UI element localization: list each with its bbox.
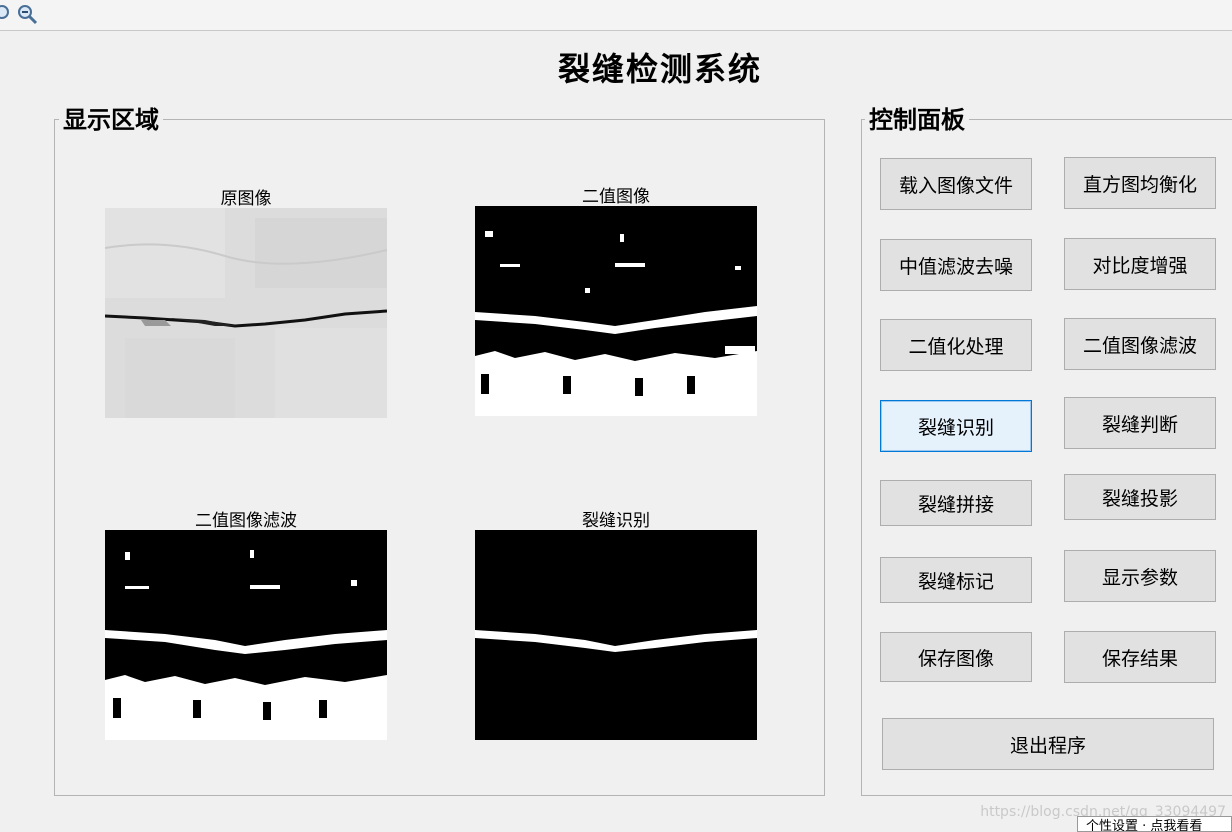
original-image bbox=[105, 208, 387, 418]
caption-binary: 二值图像 bbox=[582, 187, 650, 207]
show-params-button[interactable]: 显示参数 bbox=[1064, 550, 1216, 602]
binary-image bbox=[475, 206, 757, 416]
zoom-in-icon[interactable] bbox=[0, 3, 12, 25]
control-panel-title: 控制面板 bbox=[865, 106, 969, 134]
display-panel-title: 显示区域 bbox=[59, 106, 163, 134]
binary-filter-button[interactable]: 二值图像滤波 bbox=[1064, 318, 1216, 370]
contrast-enhance-button[interactable]: 对比度增强 bbox=[1064, 238, 1216, 290]
load-image-button[interactable]: 载入图像文件 bbox=[880, 158, 1032, 210]
save-result-button[interactable]: 保存结果 bbox=[1064, 631, 1216, 683]
binary-filtered-image bbox=[105, 530, 387, 740]
crack-stitch-button[interactable]: 裂缝拼接 bbox=[880, 480, 1032, 526]
median-filter-button[interactable]: 中值滤波去噪 bbox=[880, 239, 1032, 291]
caption-binary-filtered: 二值图像滤波 bbox=[195, 511, 297, 531]
zoom-out-icon[interactable] bbox=[16, 3, 38, 25]
exit-button[interactable]: 退出程序 bbox=[882, 718, 1214, 770]
histogram-equalization-button[interactable]: 直方图均衡化 bbox=[1064, 157, 1216, 209]
crack-judge-button[interactable]: 裂缝判断 bbox=[1064, 397, 1216, 449]
crack-recognition-image bbox=[475, 530, 757, 740]
crack-recognition-button[interactable]: 裂缝识别 bbox=[880, 400, 1032, 452]
crack-projection-button[interactable]: 裂缝投影 bbox=[1064, 474, 1216, 520]
binarize-button[interactable]: 二值化处理 bbox=[880, 319, 1032, 371]
crack-mark-button[interactable]: 裂缝标记 bbox=[880, 557, 1032, 603]
control-panel bbox=[861, 119, 1232, 796]
caption-original: 原图像 bbox=[220, 189, 272, 209]
figure-toolbar bbox=[0, 0, 1232, 31]
tooltip: 个性设置 · 点我看看 bbox=[1077, 816, 1232, 832]
app-title: 裂缝检测系统 bbox=[557, 50, 762, 88]
save-image-button[interactable]: 保存图像 bbox=[880, 632, 1032, 682]
caption-crack-recognition: 裂缝识别 bbox=[582, 511, 650, 531]
